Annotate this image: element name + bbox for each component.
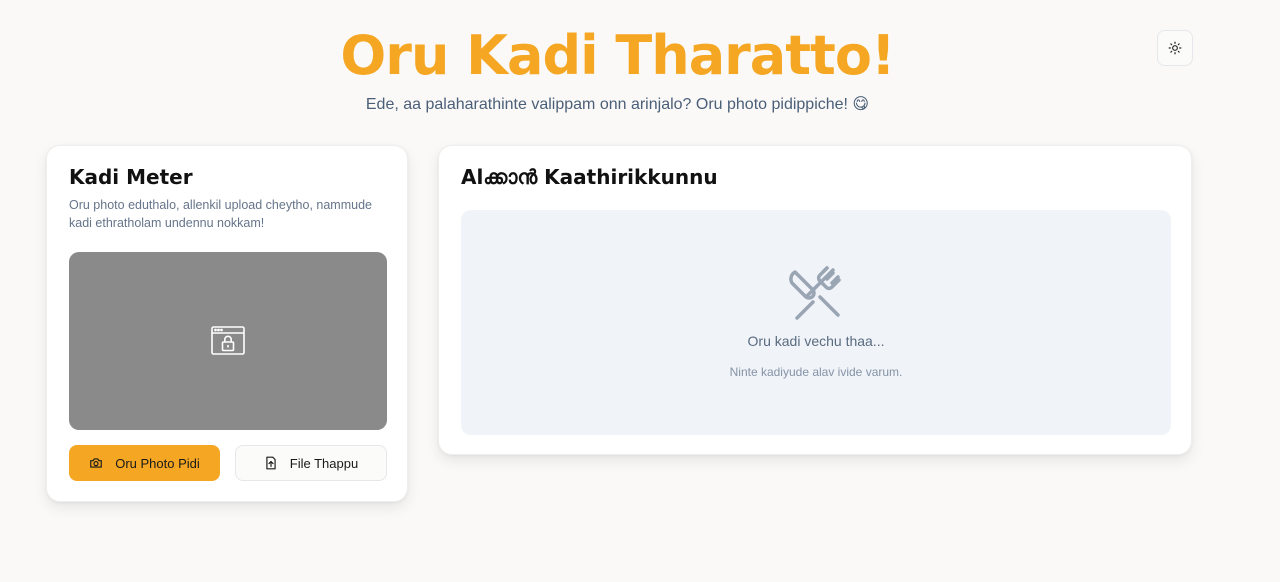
upload-file-button[interactable]: File Thappu: [235, 445, 387, 481]
kadi-meter-title: Kadi Meter: [69, 165, 193, 189]
kadi-meter-description: Oru photo eduthalo, allenkil upload chey…: [69, 198, 372, 230]
utensils-crossed-icon: [789, 266, 841, 320]
empty-state-title: Oru kadi vechu thaa...: [747, 333, 885, 349]
page: Oru Kadi Tharatto! Ede, aa palaharathint…: [0, 0, 1280, 582]
take-photo-button[interactable]: Oru Photo Pidi: [69, 445, 220, 481]
camera-icon: [90, 458, 103, 468]
empty-state-text: Ninte kadiyude alav ivide varum.: [729, 365, 903, 379]
upload-file-icon: [266, 456, 276, 470]
result-empty-state: Oru kadi vechu thaa... Ninte kadiyude al…: [461, 210, 1171, 435]
camera-blocked-icon: [211, 326, 245, 355]
camera-preview[interactable]: [69, 252, 387, 430]
page-header: Oru Kadi Tharatto! Ede, aa palaharathint…: [0, 24, 1235, 114]
page-subtitle: Ede, aa palaharathinte valippam onn arin…: [365, 96, 870, 113]
result-title: Alക്കാൻ Kaathirikkunnu: [461, 165, 718, 189]
page-title: Oru Kadi Tharatto!: [340, 24, 895, 87]
result-card: Alക്കാൻ Kaathirikkunnu Oru kadi vechu th…: [438, 145, 1192, 455]
take-photo-label: Oru Photo Pidi: [115, 455, 200, 471]
upload-file-label: File Thappu: [289, 455, 359, 471]
kadi-meter-card: Kadi Meter Oru photo eduthalo, allenkil …: [46, 145, 408, 502]
